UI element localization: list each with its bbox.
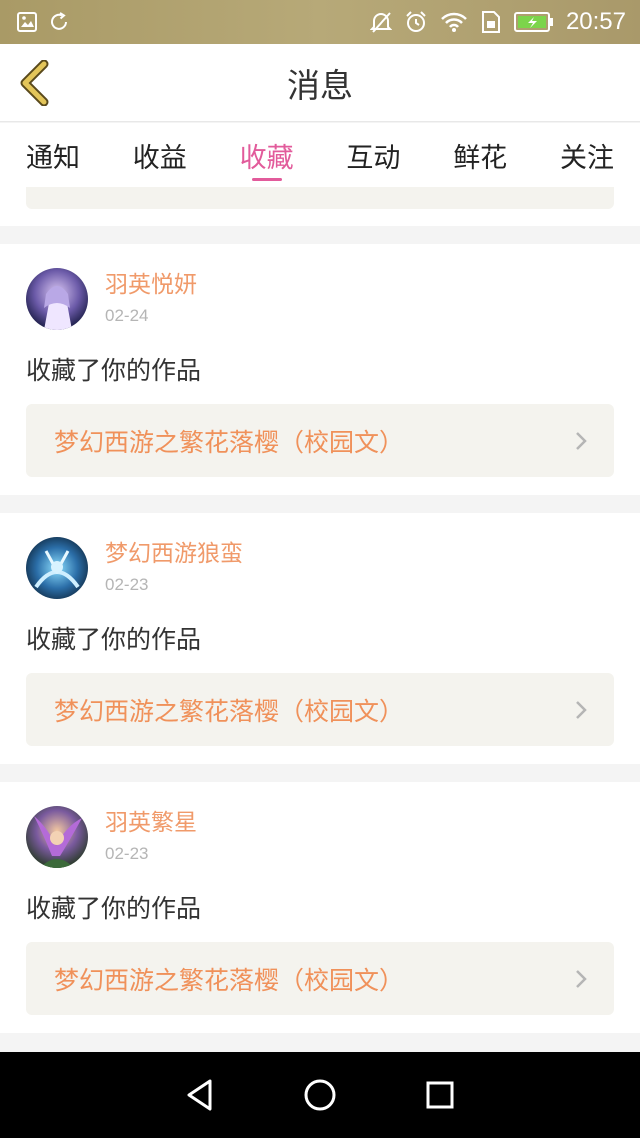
tab-favorites[interactable]: 收藏 (240, 123, 294, 187)
recents-square-icon (425, 1080, 455, 1110)
avatar[interactable] (26, 268, 88, 330)
work-link[interactable]: 梦幻西游之繁花落樱（校园文） (26, 942, 614, 1015)
status-bar: 20:57 (0, 0, 640, 44)
mute-icon (369, 10, 392, 34)
nav-back-button[interactable] (180, 1075, 220, 1115)
message-date: 02-23 (105, 844, 149, 863)
back-button[interactable] (14, 58, 54, 108)
back-triangle-icon (184, 1078, 216, 1112)
list-item: 羽英繁星 02-23 收藏了你的作品 梦幻西游之繁花落樱（校园文） (0, 782, 640, 1033)
work-title: 梦幻西游之繁花落樱（校园文） (54, 696, 405, 726)
alarm-icon (404, 10, 428, 34)
message-list[interactable]: 羽英悦妍 02-24 收藏了你的作品 梦幻西游之繁花落樱（校园文） 梦幻西游狼蛮… (0, 187, 640, 1052)
tab-earnings[interactable]: 收益 (133, 123, 187, 187)
list-item (0, 187, 640, 226)
tab-notifications[interactable]: 通知 (26, 123, 80, 187)
action-text: 收藏了你的作品 (26, 356, 202, 385)
system-nav-bar (0, 1052, 640, 1138)
avatar[interactable] (26, 806, 88, 868)
sim-icon (480, 10, 502, 34)
list-item: 羽英悦妍 02-24 收藏了你的作品 梦幻西游之繁花落樱（校园文） (0, 244, 640, 495)
action-text: 收藏了你的作品 (26, 894, 202, 923)
work-title: 梦幻西游之繁花落樱（校园文） (54, 965, 405, 995)
nav-recents-button[interactable] (420, 1075, 460, 1115)
work-link[interactable]: 梦幻西游之繁花落樱（校园文） (26, 673, 614, 746)
battery-charging-icon (513, 11, 554, 33)
page-title: 消息 (287, 65, 353, 105)
home-circle-icon (303, 1078, 337, 1112)
work-link[interactable]: 梦幻西游之繁花落樱（校园文） (26, 404, 614, 477)
header: 消息 (0, 44, 640, 122)
chevron-right-icon (574, 699, 588, 721)
username[interactable]: 羽英悦妍 (105, 270, 197, 300)
wifi-icon (440, 11, 468, 33)
username[interactable]: 羽英繁星 (105, 808, 197, 838)
action-text: 收藏了你的作品 (26, 625, 202, 654)
work-link[interactable] (26, 187, 614, 209)
image-icon (16, 11, 38, 33)
nav-home-button[interactable] (300, 1075, 340, 1115)
avatar[interactable] (26, 537, 88, 599)
status-time: 20:57 (565, 8, 626, 35)
list-item: 梦幻西游狼蛮 02-23 收藏了你的作品 梦幻西游之繁花落樱（校园文） (0, 513, 640, 764)
sync-icon (48, 11, 70, 33)
tab-flowers[interactable]: 鲜花 (453, 123, 507, 187)
message-date: 02-24 (105, 306, 149, 325)
tab-interactions[interactable]: 互动 (346, 123, 400, 187)
chevron-right-icon (574, 968, 588, 990)
tab-bar: 通知 收益 收藏 互动 鲜花 关注 (0, 123, 640, 187)
chevron-left-icon (18, 60, 50, 106)
tab-following[interactable]: 关注 (560, 123, 614, 187)
work-title: 梦幻西游之繁花落樱（校园文） (54, 427, 405, 457)
chevron-right-icon (574, 430, 588, 452)
username[interactable]: 梦幻西游狼蛮 (105, 539, 243, 569)
message-date: 02-23 (105, 575, 149, 594)
